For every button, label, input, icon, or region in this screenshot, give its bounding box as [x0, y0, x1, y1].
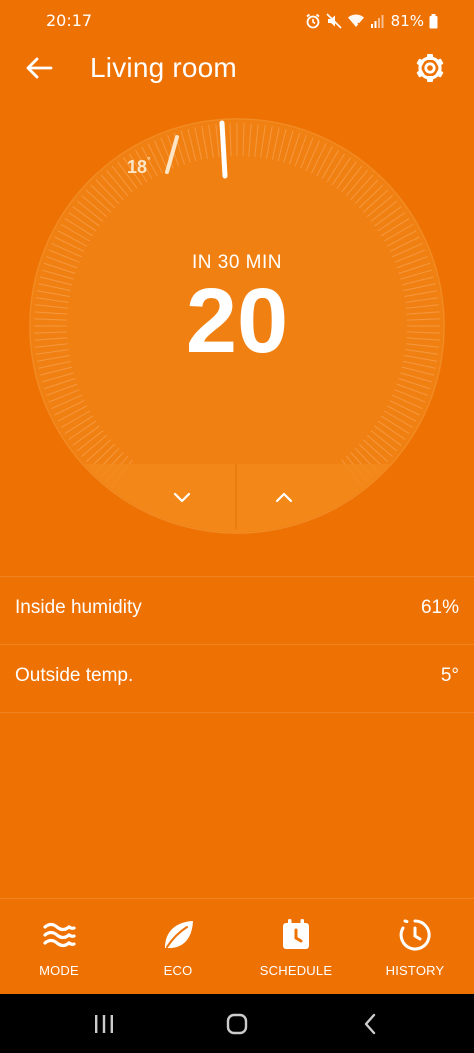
waves-icon — [43, 922, 76, 948]
nav-history[interactable]: HISTORY — [360, 915, 470, 985]
status-icons: 81% — [305, 12, 438, 30]
bottom-nav: MODE ECO SCHEDULE HISTORY — [0, 898, 474, 994]
nav-eco[interactable]: ECO — [123, 915, 233, 985]
humidity-value: 61% — [420, 597, 459, 618]
chevron-down-icon — [173, 492, 191, 503]
info-row-outside-temp: Outside temp. 5° — [0, 644, 474, 713]
system-nav-bar — [0, 994, 474, 1053]
nav-eco-label: ECO — [163, 963, 193, 978]
nav-mode-label: MODE — [39, 963, 79, 978]
arrow-left-icon — [26, 57, 53, 79]
info-list: Inside humidity 61% Outside temp. 5° — [0, 576, 474, 713]
header: Living room — [0, 40, 474, 96]
status-bar: 20:17 81% — [0, 0, 474, 40]
mute-icon — [326, 13, 342, 29]
nav-history-label: HISTORY — [385, 963, 445, 978]
signal-icon — [370, 15, 384, 28]
alarm-icon — [306, 13, 320, 29]
nav-schedule-label: SCHEDULE — [259, 963, 333, 978]
back-button[interactable] — [20, 50, 58, 86]
history-icon — [399, 919, 431, 951]
temp-up-button[interactable] — [234, 464, 334, 530]
current-setpoint-value: 18 — [127, 157, 148, 177]
back-icon — [364, 1013, 376, 1035]
recents-icon — [95, 1015, 113, 1033]
calendar-clock-icon — [283, 919, 309, 949]
temp-down-button[interactable] — [132, 464, 232, 530]
settings-button[interactable] — [412, 50, 448, 86]
outside-temp-value: 5° — [440, 665, 459, 686]
nav-mode[interactable]: MODE — [4, 915, 114, 985]
target-marker — [219, 120, 228, 179]
system-back-button[interactable] — [345, 1004, 395, 1044]
target-temperature: 20 — [185, 270, 289, 372]
outside-temp-label: Outside temp. — [15, 665, 134, 686]
chevron-up-icon — [275, 492, 293, 503]
info-row-humidity: Inside humidity 61% — [0, 576, 474, 644]
recents-button[interactable] — [79, 1004, 129, 1044]
wifi-icon — [347, 14, 364, 28]
humidity-label: Inside humidity — [15, 597, 142, 618]
thermostat-dial[interactable]: 18° IN 30 MIN 20 — [29, 118, 445, 534]
gear-icon — [416, 54, 444, 82]
leaf-icon — [165, 921, 193, 949]
app-screen: 20:17 81% Living room 18° IN 30 MIN 20 I… — [0, 0, 474, 994]
status-time: 20:17 — [46, 11, 93, 30]
home-button[interactable] — [212, 1004, 262, 1044]
battery-icon — [429, 13, 438, 28]
home-icon — [226, 1013, 248, 1035]
nav-schedule[interactable]: SCHEDULE — [241, 915, 351, 985]
page-title: Living room — [90, 52, 237, 83]
current-setpoint-unit: ° — [147, 155, 151, 165]
current-setpoint: 18° — [127, 155, 151, 178]
battery-level: 81% — [390, 12, 424, 30]
